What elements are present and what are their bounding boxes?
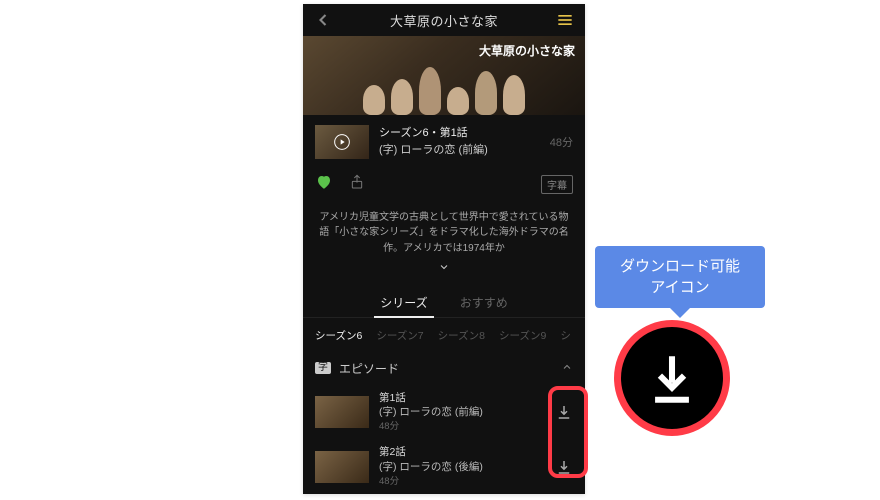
description-text: アメリカ児童文学の古典として世界中で愛されている物語「小さな家シリーズ」をドラマ… xyxy=(303,202,585,259)
page-title: 大草原の小さな家 xyxy=(390,11,498,30)
callout-line2: アイコン xyxy=(611,277,749,298)
download-icon xyxy=(643,349,701,407)
current-episode-thumb[interactable] xyxy=(315,125,369,159)
play-icon xyxy=(334,134,350,150)
episode-section-label: エピソード xyxy=(339,360,399,377)
episode-text: 第1話 (字) ローラの恋 (前編) 48分 xyxy=(379,391,545,434)
hero-people-silhouette xyxy=(359,60,529,115)
download-button[interactable] xyxy=(555,403,573,421)
tab-recommend[interactable]: おすすめ xyxy=(444,286,524,317)
season-tab[interactable]: シーズン7 xyxy=(376,328,423,341)
download-button[interactable] xyxy=(555,458,573,476)
hero-title-text: 大草原の小さな家 xyxy=(479,42,575,59)
hero-image[interactable]: 大草原の小さな家 xyxy=(303,36,585,115)
season-tab[interactable]: シ xyxy=(560,328,571,341)
action-row: 字幕 xyxy=(303,167,585,202)
menu-button[interactable] xyxy=(555,10,575,30)
subtitle-badge: 字幕 xyxy=(541,175,573,194)
season-tab[interactable]: シーズン8 xyxy=(438,328,485,341)
episode-text: 第2話 (字) ローラの恋 (後編) 48分 xyxy=(379,445,545,488)
expand-description[interactable] xyxy=(303,258,585,286)
episode-duration: 48分 xyxy=(379,420,545,433)
episode-num: 第2話 xyxy=(379,445,545,460)
heart-icon xyxy=(315,173,333,191)
current-episode[interactable]: シーズン6・第1話 (字) ローラの恋 (前編) 48分 xyxy=(303,115,585,167)
episode-section-header[interactable]: 字 エピソード xyxy=(303,352,585,385)
chevron-down-icon xyxy=(436,261,452,273)
share-button[interactable] xyxy=(349,174,365,195)
menu-icon xyxy=(555,10,575,30)
current-episode-info: シーズン6・第1話 (字) ローラの恋 (前編) xyxy=(379,125,540,158)
callout-bubble: ダウンロード可能 アイコン xyxy=(595,246,765,308)
tab-series[interactable]: シリーズ xyxy=(364,286,443,317)
download-icon xyxy=(555,403,573,421)
current-episode-subtitle: (字) ローラの恋 (前編) xyxy=(379,142,540,159)
app-screen: 大草原の小さな家 大草原の小さな家 シーズン6・第1話 (字) ローラの恋 (前… xyxy=(303,4,585,494)
list-item[interactable]: 第1話 (字) ローラの恋 (前編) 48分 xyxy=(303,385,585,440)
download-icon-enlarged xyxy=(614,320,730,436)
list-item[interactable]: 第2話 (字) ローラの恋 (後編) 48分 xyxy=(303,439,585,494)
callout-line1: ダウンロード可能 xyxy=(611,256,749,277)
subtitle-ji-badge: 字 xyxy=(315,362,331,374)
share-icon xyxy=(349,174,365,190)
collapse-episodes[interactable] xyxy=(561,361,573,376)
season-tab[interactable]: シーズン9 xyxy=(499,328,546,341)
chevron-up-icon xyxy=(561,361,573,373)
episode-thumb xyxy=(315,396,369,428)
episode-subtitle: (字) ローラの恋 (後編) xyxy=(379,460,545,475)
chevron-left-icon xyxy=(313,10,333,30)
content-tabs: シリーズ おすすめ xyxy=(303,286,585,318)
current-episode-title: シーズン6・第1話 xyxy=(379,125,540,142)
episode-thumb xyxy=(315,451,369,483)
download-icon xyxy=(555,458,573,476)
season-tab[interactable]: シーズン6 xyxy=(315,328,362,341)
season-scroller[interactable]: シーズン6 シーズン7 シーズン8 シーズン9 シ xyxy=(303,318,585,351)
episode-subtitle: (字) ローラの恋 (前編) xyxy=(379,405,545,420)
episode-num: 第1話 xyxy=(379,391,545,406)
current-episode-duration: 48分 xyxy=(550,134,573,150)
episode-duration: 48分 xyxy=(379,475,545,488)
favorite-button[interactable] xyxy=(315,173,333,196)
back-button[interactable] xyxy=(313,10,333,30)
header-bar: 大草原の小さな家 xyxy=(303,4,585,36)
episode-list: 第1話 (字) ローラの恋 (前編) 48分 第2話 (字) ローラの恋 (後編… xyxy=(303,385,585,494)
